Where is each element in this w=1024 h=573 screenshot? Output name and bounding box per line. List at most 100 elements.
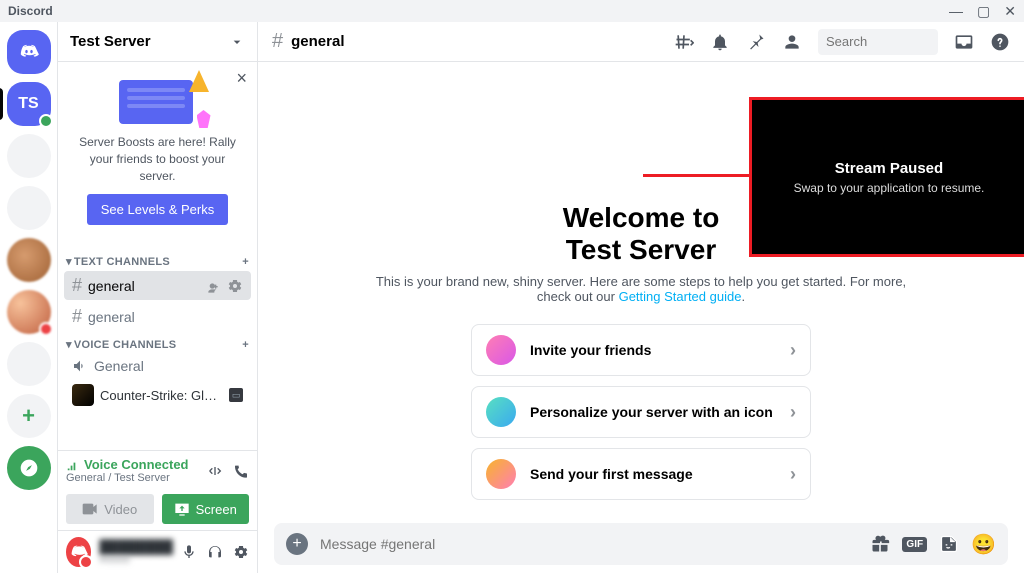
message-input[interactable]: [320, 536, 858, 552]
search-input[interactable]: [826, 34, 1002, 49]
add-channel-button[interactable]: +: [242, 339, 249, 351]
video-button[interactable]: Video: [66, 494, 154, 524]
gear-icon[interactable]: [227, 278, 243, 294]
threads-icon[interactable]: [674, 32, 694, 52]
channel-general[interactable]: # general: [64, 271, 251, 300]
server-item[interactable]: [7, 238, 51, 282]
card-invite[interactable]: Invite your friends ›: [471, 324, 811, 376]
card-label: Send your first message: [530, 466, 693, 482]
channel-label: general: [88, 278, 135, 294]
add-server-button[interactable]: +: [7, 394, 51, 438]
boost-card: × Server Boosts are here! Rally your fri…: [58, 62, 257, 241]
bell-icon[interactable]: [710, 32, 730, 52]
app-title: Discord: [8, 4, 53, 18]
card-label: Personalize your server with an icon: [530, 404, 773, 420]
speaker-icon: [72, 358, 88, 374]
chevron-down-icon: [229, 34, 245, 50]
hash-icon: #: [272, 30, 283, 53]
main-area: # general Stream: [258, 22, 1024, 573]
boost-button[interactable]: See Levels & Perks: [87, 194, 228, 225]
gear-icon[interactable]: [233, 544, 249, 560]
chevron-right-icon: ›: [790, 464, 796, 485]
stream-paused-title: Stream Paused: [835, 160, 943, 177]
welcome-line2: Test Server: [566, 234, 716, 265]
category-text-channels[interactable]: ▾ TEXT CHANNELS +: [58, 249, 257, 270]
boost-illustration: [103, 72, 213, 126]
server-item[interactable]: [7, 186, 51, 230]
voice-channel-general[interactable]: General: [64, 354, 251, 378]
emoji-button[interactable]: 😀: [971, 532, 996, 557]
server-header[interactable]: Test Server: [58, 22, 257, 62]
members-icon[interactable]: [782, 32, 802, 52]
streaming-user[interactable]: Counter-Strike: Global ... ▭: [64, 380, 251, 410]
camera-icon: [82, 503, 98, 515]
channel-header: # general: [258, 22, 1024, 62]
welcome-line1: Welcome to: [563, 202, 720, 233]
boost-text: Server Boosts are here! Rally your frien…: [74, 134, 241, 184]
avatar[interactable]: [66, 537, 91, 567]
disconnect-icon[interactable]: [233, 463, 249, 479]
headphones-icon[interactable]: [207, 544, 223, 560]
category-voice-channels[interactable]: ▾ VOICE CHANNELS +: [58, 332, 257, 353]
gift-icon[interactable]: [870, 534, 890, 554]
channel-title: general: [291, 33, 344, 50]
voice-panel: Voice Connected General / Test Server Vi…: [58, 450, 257, 530]
card-personalize[interactable]: Personalize your server with an icon ›: [471, 386, 811, 438]
gif-button[interactable]: GIF: [902, 537, 927, 552]
mic-icon[interactable]: [181, 544, 197, 560]
invite-icon[interactable]: [205, 278, 221, 294]
channel-general-2[interactable]: # general: [64, 302, 251, 331]
message-bar-wrap: + GIF 😀: [258, 523, 1024, 573]
online-indicator: [39, 114, 53, 128]
window-controls: — ▢ ✕: [949, 3, 1016, 20]
add-channel-button[interactable]: +: [242, 256, 249, 268]
explore-button[interactable]: [7, 446, 51, 490]
server-test-server[interactable]: TS: [7, 82, 51, 126]
user-panel: ████████ #0000: [58, 530, 257, 573]
search-box[interactable]: [818, 29, 938, 55]
hash-icon: #: [72, 306, 82, 327]
screen-share-button[interactable]: Screen: [162, 494, 250, 524]
stream-preview[interactable]: Stream Paused Swap to your application t…: [749, 97, 1024, 257]
voice-status: Voice Connected: [66, 457, 189, 472]
voice-sub: General / Test Server: [66, 472, 189, 484]
home-button[interactable]: [7, 30, 51, 74]
maximize-button[interactable]: ▢: [977, 3, 990, 20]
screen-icon: [174, 502, 190, 516]
server-item[interactable]: [7, 290, 51, 334]
close-button[interactable]: ✕: [1004, 3, 1016, 20]
chevron-right-icon: ›: [790, 402, 796, 423]
message-icon: [486, 459, 516, 489]
channel-content: Stream Paused Swap to your application t…: [258, 62, 1024, 523]
server-initials: TS: [18, 95, 38, 113]
getting-started-link[interactable]: Getting Started guide: [619, 289, 742, 304]
signal-icon: [66, 458, 80, 472]
server-item[interactable]: [7, 342, 51, 386]
status-indicator: [39, 322, 53, 336]
stream-paused-sub: Swap to your application to resume.: [794, 181, 985, 195]
titlebar: Discord — ▢ ✕: [0, 0, 1024, 22]
server-rail: TS +: [0, 22, 58, 573]
server-name: Test Server: [70, 33, 151, 50]
channel-label: General: [94, 358, 144, 374]
sticker-icon[interactable]: [939, 534, 959, 554]
chevron-right-icon: ›: [790, 340, 796, 361]
hash-icon: #: [72, 275, 82, 296]
noise-suppress-icon[interactable]: [207, 463, 223, 479]
close-icon[interactable]: ×: [236, 68, 247, 89]
pin-icon[interactable]: [746, 32, 766, 52]
help-icon[interactable]: [990, 32, 1010, 52]
personalize-icon: [486, 397, 516, 427]
channel-label: general: [88, 309, 135, 325]
server-item[interactable]: [7, 134, 51, 178]
stream-label: Counter-Strike: Global ...: [100, 388, 223, 403]
inbox-icon[interactable]: [954, 32, 974, 52]
user-tag: #0000: [99, 554, 173, 566]
stream-thumbnail: [72, 384, 94, 406]
chevron-down-icon: ▾: [66, 255, 72, 268]
minimize-button[interactable]: —: [949, 3, 963, 20]
card-first-message[interactable]: Send your first message ›: [471, 448, 811, 500]
screen-icon: ▭: [229, 388, 243, 402]
dnd-indicator: [79, 555, 93, 569]
attach-button[interactable]: +: [286, 533, 308, 555]
